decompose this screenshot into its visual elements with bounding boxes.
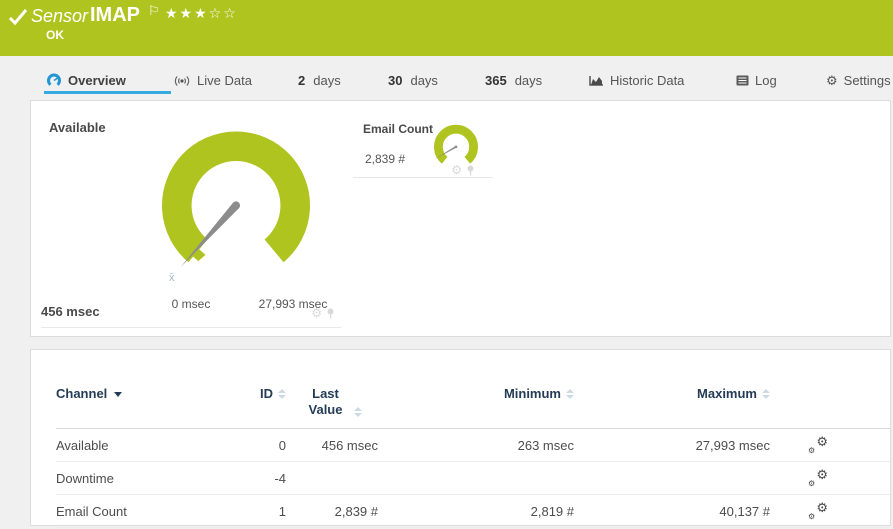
tab-365-days-number: 365 <box>485 73 507 88</box>
channel-id: 0 <box>278 437 286 453</box>
average-marker: x̄ <box>169 272 175 284</box>
tab-settings-label: Settings <box>843 73 891 88</box>
gear-icon[interactable]: ⚙ <box>451 164 462 176</box>
gauge-email-count-label: Email Count <box>363 122 434 136</box>
channel-last-value: 2,839 # <box>334 503 378 519</box>
gauge-email-count-actions[interactable]: ⚙ <box>451 164 475 176</box>
sort-icon <box>278 388 286 399</box>
channel-settings-gears-icon[interactable]: ⚙ ⚙ <box>808 468 828 488</box>
sensor-type-label: Sensor <box>31 6 89 26</box>
tab-live-data[interactable]: Live Data <box>173 73 252 88</box>
priority-flag-icon: ⚐ <box>148 3 160 18</box>
channel-id: -4 <box>274 470 286 486</box>
gear-icon[interactable]: ⚙ <box>311 307 322 319</box>
column-header-channel[interactable]: Channel <box>56 386 236 401</box>
tab-365-days[interactable]: 365 days <box>485 73 542 88</box>
pin-icon[interactable] <box>466 165 475 176</box>
channel-maximum: 40,137 # <box>719 503 770 519</box>
gauge-available-value: 456 msec <box>41 304 100 319</box>
channel-last-value: 456 msec <box>321 437 378 453</box>
priority-stars[interactable]: ★★★☆☆ <box>165 5 238 22</box>
gauge-cell-available[interactable]: Available x̄ 0 msec 27,993 msec 456 msec… <box>41 108 341 328</box>
tab-2-days-number: 2 <box>298 73 306 88</box>
channel-settings-gears-icon[interactable]: ⚙ ⚙ <box>808 501 828 521</box>
gauge-icon <box>47 73 61 86</box>
tab-overview-label: Overview <box>68 73 126 88</box>
channel-settings-gears-icon[interactable]: ⚙ ⚙ <box>808 435 828 455</box>
tab-overview[interactable]: Overview <box>46 73 126 88</box>
column-header-id[interactable]: ID <box>236 386 286 401</box>
area-chart-icon <box>589 76 603 86</box>
channel-table-header: Channel ID Last Value Minimum Maximum <box>56 350 890 429</box>
tab-log-label: Log <box>755 73 777 88</box>
channel-maximum: 27,993 msec <box>695 437 770 453</box>
channel-id: 1 <box>278 503 286 519</box>
gauge-available-actions[interactable]: ⚙ <box>311 307 335 319</box>
column-header-maximum[interactable]: Maximum <box>574 386 770 401</box>
broadcast-icon <box>174 75 190 86</box>
tab-2-days[interactable]: 2 days <box>298 73 341 88</box>
tab-log[interactable]: Log <box>736 73 777 88</box>
status-ok-check-icon <box>8 9 28 26</box>
column-header-last-value[interactable]: Last Value <box>286 386 378 419</box>
gauge-email-count-value: 2,839 # <box>365 152 406 166</box>
channel-row-downtime[interactable]: Downtime -4 ⚙ ⚙ <box>56 462 890 495</box>
tab-2-days-label: days <box>313 73 341 88</box>
channel-row-email-count[interactable]: Email Count 1 2,839 # 2,819 # 40,137 # ⚙… <box>56 495 890 528</box>
tab-settings[interactable]: ⚙ Settings <box>826 73 891 88</box>
column-header-minimum[interactable]: Minimum <box>378 386 574 401</box>
gauge-cell-email-count[interactable]: Email Count 2,839 # ⚙ <box>353 108 493 178</box>
tab-bar: Overview Live Data 2 days 30 days 365 da… <box>0 56 893 100</box>
channel-row-available[interactable]: Available 0 456 msec 263 msec 27,993 mse… <box>56 429 890 462</box>
sensor-header: Sensor IMAP ⚐ ★★★☆☆ OK <box>0 0 893 56</box>
sensor-name: IMAP <box>90 4 140 26</box>
channel-name: Available <box>56 437 109 453</box>
overview-gauges-panel: Available x̄ 0 msec 27,993 msec 456 msec… <box>30 100 891 337</box>
sort-icon <box>566 388 574 399</box>
channel-name: Email Count <box>56 503 127 519</box>
gauge-scale-min: 0 msec <box>171 297 211 311</box>
tab-30-days[interactable]: 30 days <box>388 73 438 88</box>
tab-historic-data[interactable]: Historic Data <box>588 73 684 88</box>
channel-minimum: 2,819 # <box>530 503 574 519</box>
sensor-status-badge: OK <box>46 28 64 42</box>
sort-desc-icon <box>114 392 123 398</box>
tab-live-data-label: Live Data <box>197 73 252 88</box>
channel-table-panel: Channel ID Last Value Minimum Maximum Av… <box>30 349 891 528</box>
available-gauge <box>161 131 311 267</box>
tab-365-days-label: days <box>514 73 543 88</box>
gear-icon: ⚙ <box>826 73 838 88</box>
active-tab-underline <box>44 91 171 94</box>
tab-30-days-number: 30 <box>388 73 403 88</box>
gauge-available-label: Available <box>49 120 106 135</box>
tab-historic-data-label: Historic Data <box>610 73 685 88</box>
log-list-icon <box>736 75 749 86</box>
pin-icon[interactable] <box>326 308 335 319</box>
channel-name: Downtime <box>56 470 114 486</box>
sort-icon <box>353 406 362 417</box>
channel-table: Channel ID Last Value Minimum Maximum Av… <box>31 350 890 528</box>
sort-icon <box>762 388 770 399</box>
channel-minimum: 263 msec <box>517 437 574 453</box>
tab-30-days-label: days <box>410 73 438 88</box>
